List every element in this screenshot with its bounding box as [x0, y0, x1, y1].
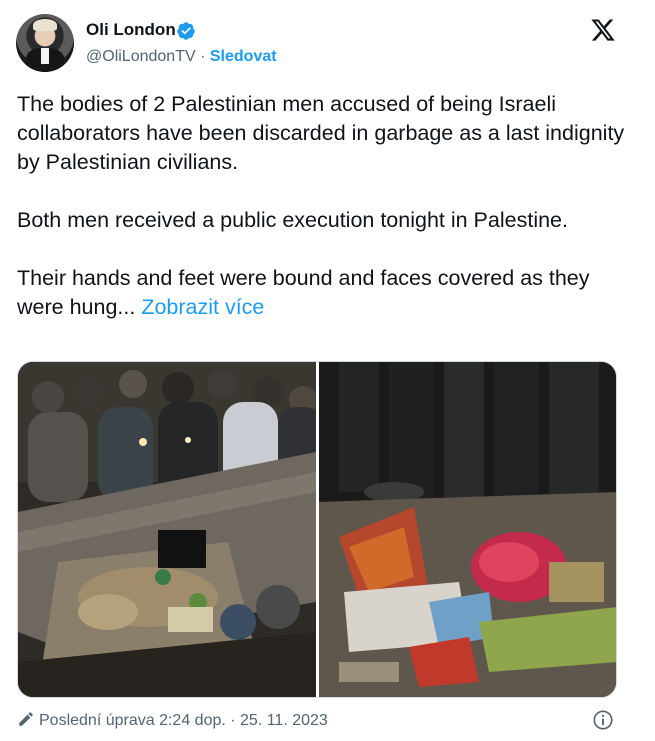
tweet-text: The bodies of 2 Palestinian men accused … — [17, 90, 637, 322]
edited-timestamp[interactable]: Poslední úprava 2:24 dop. · 25. 11. 2023 — [39, 712, 328, 729]
avatar-hair — [33, 19, 57, 31]
profile-avatar[interactable] — [16, 14, 74, 72]
x-logo-icon[interactable] — [590, 17, 616, 43]
show-more-link[interactable]: Zobrazit více — [141, 295, 264, 319]
tweet-card: Oli London @OliLondonTV · Sledovat The b… — [0, 0, 655, 741]
author-handle[interactable]: @OliLondonTV — [86, 48, 196, 65]
photo-right-image — [319, 362, 616, 697]
author-name[interactable]: Oli London — [86, 20, 176, 40]
info-icon[interactable] — [592, 709, 614, 731]
tweet-paragraph-2: Both men received a public execution ton… — [17, 208, 568, 232]
separator-dot: · — [200, 48, 206, 65]
tweet-paragraph-1: The bodies of 2 Palestinian men accused … — [17, 92, 625, 174]
tweet-footer: Poslední úprava 2:24 dop. · 25. 11. 2023 — [17, 710, 328, 730]
follow-button[interactable]: Sledovat — [210, 48, 277, 65]
photo-left[interactable] — [18, 362, 316, 697]
verified-badge-icon — [177, 22, 195, 40]
handle-row: @OliLondonTV · Sledovat — [86, 48, 277, 66]
pencil-icon — [19, 712, 33, 726]
media-grid — [17, 361, 617, 698]
avatar-shirt — [41, 48, 49, 64]
tweet-paragraph-3-text: Their hands and feet were bound and face… — [17, 266, 590, 319]
tweet-paragraph-3: Their hands and feet were bound and face… — [17, 264, 637, 322]
photo-right[interactable] — [319, 362, 616, 697]
photo-left-image — [18, 362, 316, 697]
